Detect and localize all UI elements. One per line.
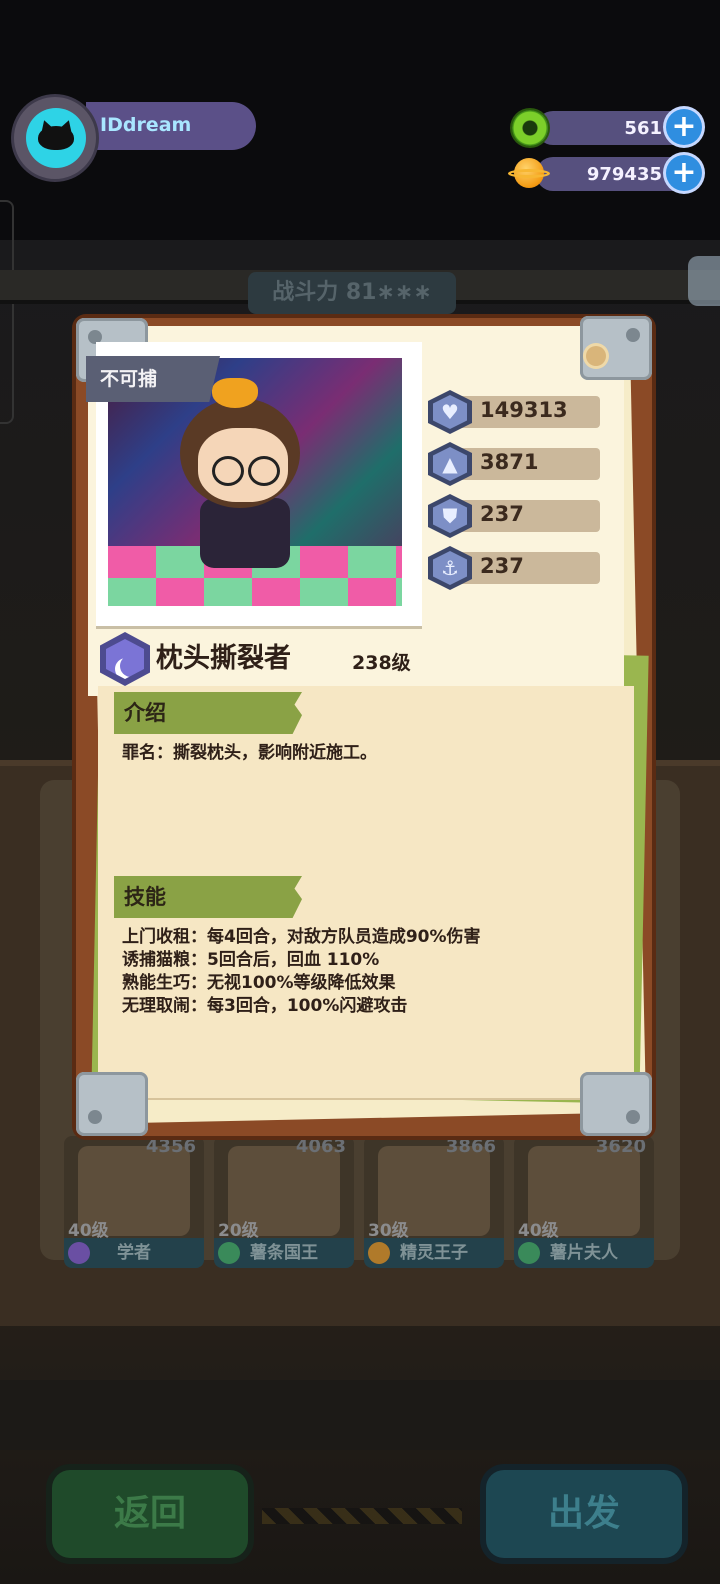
- character-body: [200, 498, 290, 568]
- donut-count: 561: [624, 118, 662, 139]
- donut-icon: [512, 110, 548, 146]
- hazard-stripe: [262, 1508, 462, 1524]
- stat-bar: [452, 500, 600, 532]
- background-footer-strip: [0, 1380, 720, 1450]
- team-card[interactable]: 4356 40级 学者: [64, 1136, 204, 1268]
- glasses-icon: [212, 456, 244, 486]
- rarity-gem-icon: [518, 1242, 540, 1264]
- rarity-gem-icon: [68, 1242, 90, 1264]
- checker-floor: [108, 578, 402, 606]
- team-power-label: 战斗力 81∗∗∗: [248, 272, 456, 314]
- stat-defense: ⛊ 237: [428, 494, 600, 538]
- team-card-row: 4356 40级 学者 4063 20级 薯条国王 3866 30级 精灵王子 …: [64, 1136, 654, 1268]
- coin-count: 979435: [586, 164, 662, 185]
- card-power: 4356: [145, 1136, 196, 1157]
- stat-value: 237: [480, 502, 524, 526]
- metal-corner: [580, 1072, 652, 1136]
- character-level: 238级: [352, 652, 411, 674]
- stat-value: 149313: [480, 398, 568, 422]
- uncatchable-tag: 不可捕: [86, 356, 220, 402]
- card-power: 3620: [595, 1136, 646, 1157]
- cat-eye: [61, 153, 65, 157]
- stat-speed: ⚓ 237: [428, 546, 600, 590]
- skill-line: 无理取闹：每3回合，100%闪避攻击: [122, 996, 408, 1016]
- cat-face-icon: [38, 126, 74, 157]
- stat-value: 3871: [480, 450, 539, 474]
- bolt-icon: [626, 328, 640, 342]
- add-donut-button[interactable]: +: [666, 109, 702, 145]
- hair-bow-icon: [212, 378, 258, 408]
- rarity-gem-icon: [368, 1242, 390, 1264]
- character-name: 枕头撕裂者: [156, 643, 291, 674]
- skill-line: 诱捕猫粮：5回合后，回血 110%: [122, 950, 380, 970]
- depart-button[interactable]: 出发: [486, 1470, 682, 1558]
- skill-line: 上门收租：每4回合，对敌方队员造成90%伤害: [122, 927, 481, 947]
- add-coin-button[interactable]: +: [666, 155, 702, 191]
- stat-hp: ♥ 149313: [428, 390, 600, 434]
- side-clip-icon[interactable]: [688, 256, 720, 306]
- skill-line: 熟能生巧：无视100%等级降低效果: [122, 973, 396, 993]
- cat-eye: [47, 153, 51, 157]
- team-card[interactable]: 4063 20级 薯条国王: [214, 1136, 354, 1268]
- glasses-icon: [248, 456, 280, 486]
- card-power: 3866: [445, 1136, 496, 1157]
- skills-section-tag: 技能: [114, 876, 302, 918]
- stat-bar: [452, 552, 600, 584]
- rarity-gem-icon: [218, 1242, 240, 1264]
- side-drawer-tab[interactable]: [0, 200, 14, 424]
- card-power: 4063: [295, 1136, 346, 1157]
- stat-value: 237: [480, 554, 524, 578]
- metal-corner: [76, 1072, 148, 1136]
- back-button[interactable]: 返回: [52, 1470, 248, 1558]
- intro-title: 介绍: [124, 701, 166, 725]
- bolt-icon: [88, 1110, 102, 1124]
- intro-section-tag: 介绍: [114, 692, 302, 734]
- bolt-icon: [626, 1110, 640, 1124]
- team-card[interactable]: 3620 40级 薯片夫人: [514, 1136, 654, 1268]
- avatar[interactable]: [26, 108, 86, 168]
- stat-attack: ▲ 3871: [428, 442, 600, 486]
- team-card[interactable]: 3866 30级 精灵王子: [364, 1136, 504, 1268]
- coin-planet-icon: [508, 156, 550, 192]
- pin-icon: [586, 346, 606, 366]
- intro-text: 罪名：撕裂枕头，影响附近施工。: [122, 743, 377, 763]
- player-name: IDdream: [100, 114, 192, 136]
- skills-title: 技能: [124, 885, 166, 909]
- planet-ring: [508, 169, 550, 178]
